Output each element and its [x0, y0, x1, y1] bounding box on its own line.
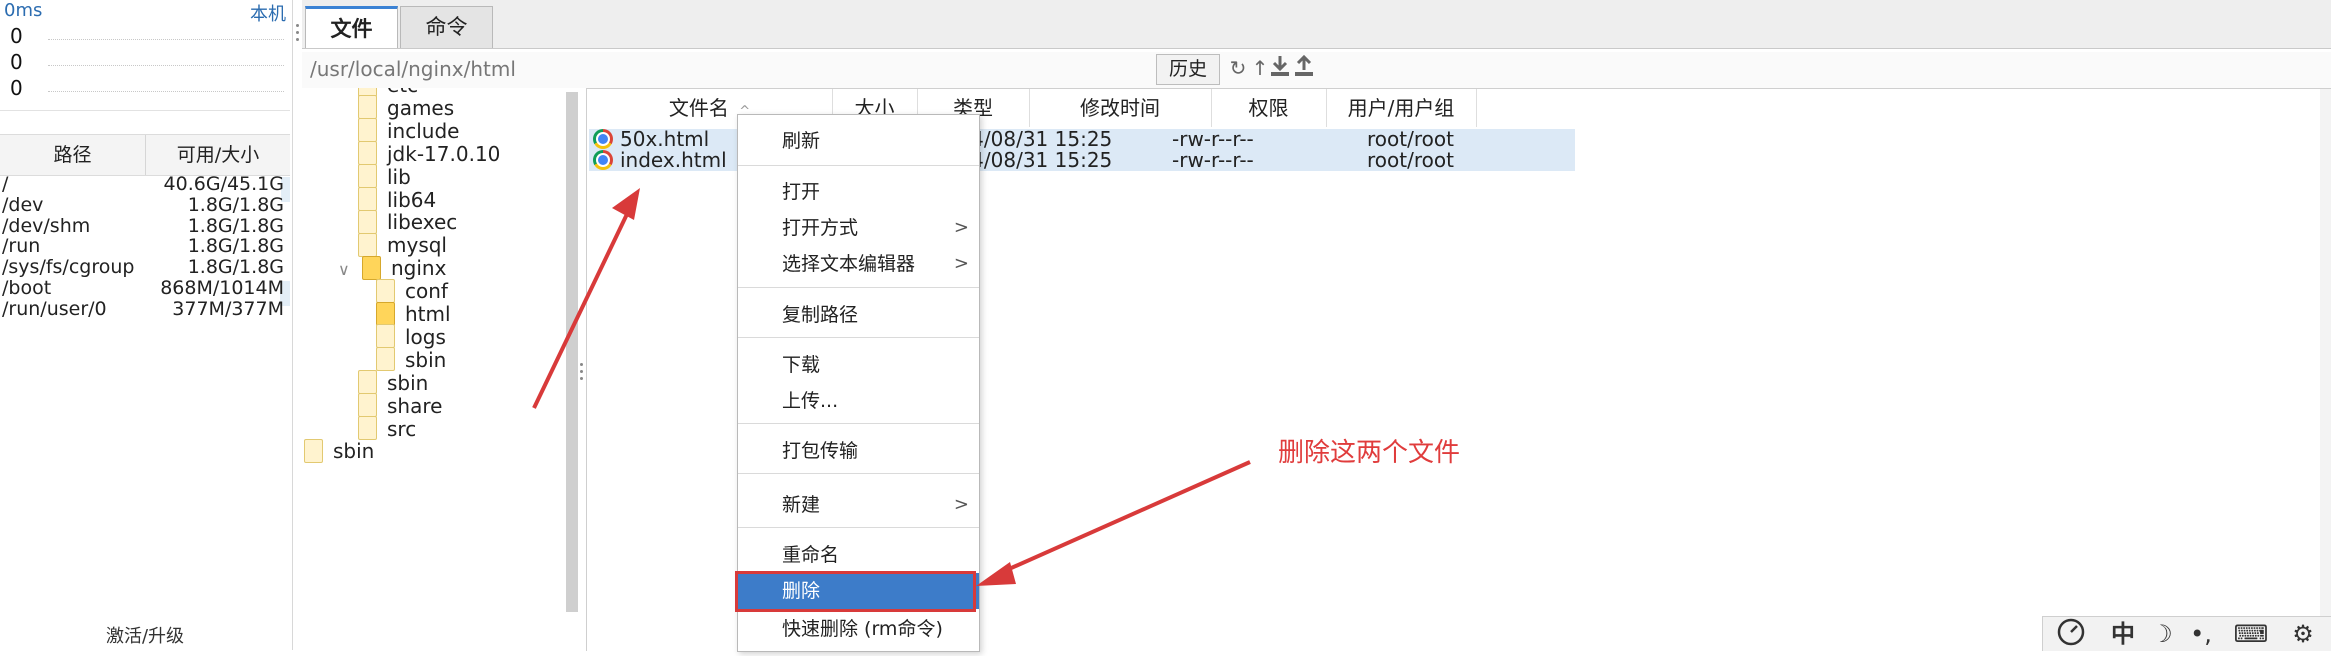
chinese-input-icon[interactable]: 中: [2105, 617, 2141, 651]
arrow-to-files-head: [612, 188, 640, 220]
arrow-to-delete-line: [999, 460, 1251, 575]
annotation-arrows: [532, 188, 1251, 586]
annotation-text: 删除这两个文件: [1278, 438, 1461, 468]
punctuation-icon[interactable]: •,: [2183, 617, 2219, 651]
speedometer-icon[interactable]: [2053, 617, 2089, 651]
keyboard-icon[interactable]: ⌨: [2229, 617, 2273, 651]
settings-icon[interactable]: ⚙: [2283, 617, 2323, 651]
arrow-to-files-line: [532, 211, 630, 409]
system-tray: 中 ☽ •, ⌨ ⚙: [2042, 616, 2331, 651]
arrow-to-delete-head: [976, 562, 1016, 586]
moon-icon[interactable]: ☽: [2147, 617, 2177, 651]
